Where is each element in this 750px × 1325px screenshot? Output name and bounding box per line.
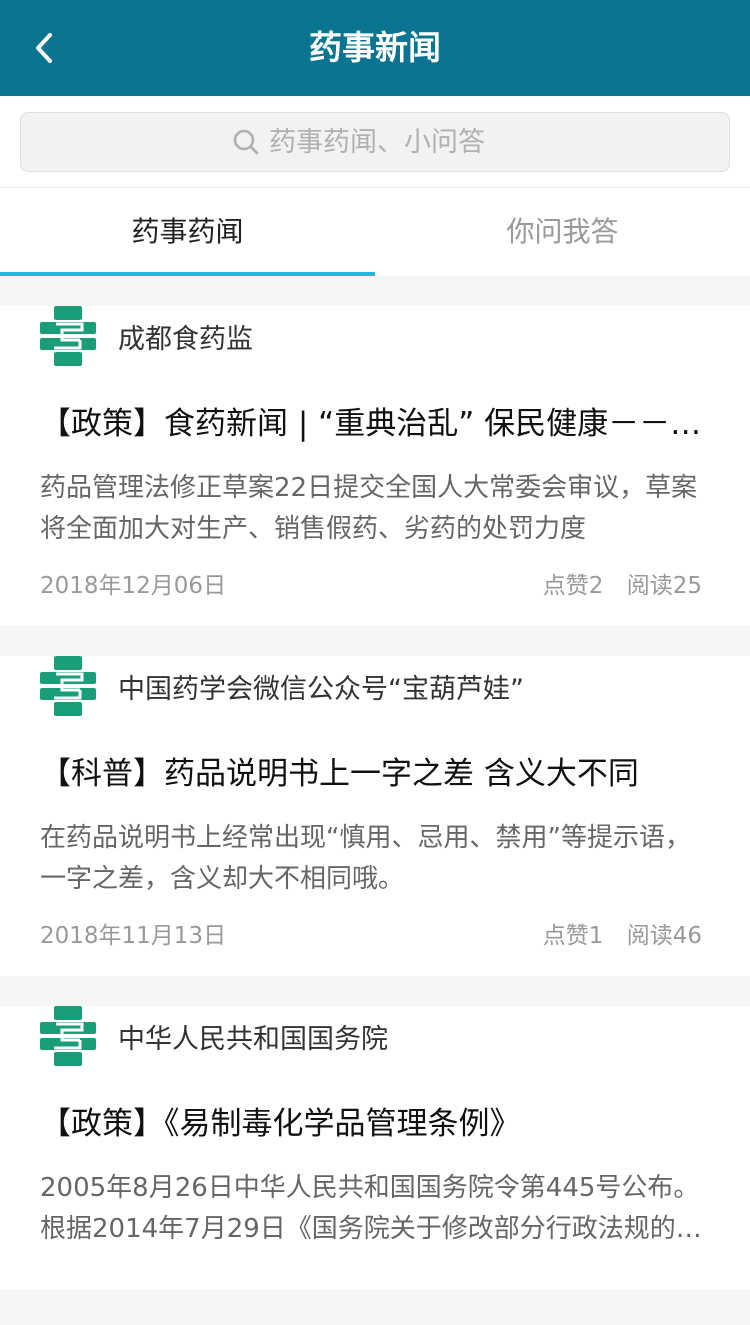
page-title: 药事新闻	[309, 28, 441, 67]
news-feed: 成都食药监 【政策】食药新闻 | “重典治乱” 保民健康－－药品管理法修正草案 …	[0, 276, 750, 1290]
article-meta: 2018年12月06日 点赞2 阅读25	[40, 566, 710, 626]
fda-logo-icon	[40, 306, 96, 366]
source-row: 成都食药监	[40, 306, 710, 366]
like-count: 点赞2	[542, 573, 604, 599]
read-count: 阅读25	[626, 573, 702, 599]
news-card[interactable]: 成都食药监 【政策】食药新闻 | “重典治乱” 保民健康－－药品管理法修正草案 …	[0, 306, 750, 626]
search-area	[0, 96, 750, 188]
article-summary: 在药品说明书上经常出现“慎用、忌用、禁用”等提示语，一字之差，含义却大不相同哦。	[40, 823, 691, 894]
back-button[interactable]	[22, 26, 66, 70]
article-stats: 点赞1 阅读46	[543, 916, 702, 950]
tab-qa[interactable]: 你问我答	[375, 188, 750, 276]
article-stats: 点赞2 阅读25	[543, 566, 702, 600]
source-row: 中华人民共和国国务院	[40, 1006, 710, 1066]
source-row: 中国药学会微信公众号“宝葫芦娃”	[40, 656, 710, 716]
article-title[interactable]: 【科普】药品说明书上一字之差 含义大不同	[40, 752, 710, 796]
article-title[interactable]: 【政策】食药新闻 | “重典治乱” 保民健康－－药品管理法修正草案	[40, 402, 710, 446]
tab-bar: 药事药闻 你问我答	[0, 188, 750, 276]
news-card[interactable]: 中华人民共和国国务院 【政策】《易制毒化学品管理条例》 2005年8月26日中华…	[0, 1006, 750, 1290]
source-name: 成都食药监	[118, 323, 253, 355]
search-input[interactable]	[269, 126, 519, 158]
fda-logo-icon	[40, 656, 96, 716]
navbar: 药事新闻	[0, 0, 750, 96]
search-box[interactable]	[20, 112, 730, 172]
search-icon	[231, 127, 261, 157]
news-card[interactable]: 中国药学会微信公众号“宝葫芦娃” 【科普】药品说明书上一字之差 含义大不同 在药…	[0, 656, 750, 976]
source-name: 中国药学会微信公众号“宝葫芦娃”	[118, 673, 524, 705]
article-meta: 2018年11月13日 点赞1 阅读46	[40, 916, 710, 976]
article-summary: 2005年8月26日中华人民共和国国务院令第445号公布。根据2014年7月29…	[40, 1173, 702, 1244]
like-count: 点赞1	[542, 923, 604, 949]
fda-logo-icon	[40, 1006, 96, 1066]
article-summary: 药品管理法修正草案22日提交全国人大常委会审议，草案将全面加大对生产、销售假药、…	[40, 473, 698, 544]
tab-news[interactable]: 药事药闻	[0, 188, 375, 276]
source-name: 中华人民共和国国务院	[118, 1023, 388, 1055]
read-count: 阅读46	[626, 923, 702, 949]
article-title[interactable]: 【政策】《易制毒化学品管理条例》	[40, 1102, 710, 1146]
article-date: 2018年12月06日	[40, 573, 227, 599]
chevron-left-icon	[36, 33, 52, 63]
article-date: 2018年11月13日	[40, 923, 227, 949]
